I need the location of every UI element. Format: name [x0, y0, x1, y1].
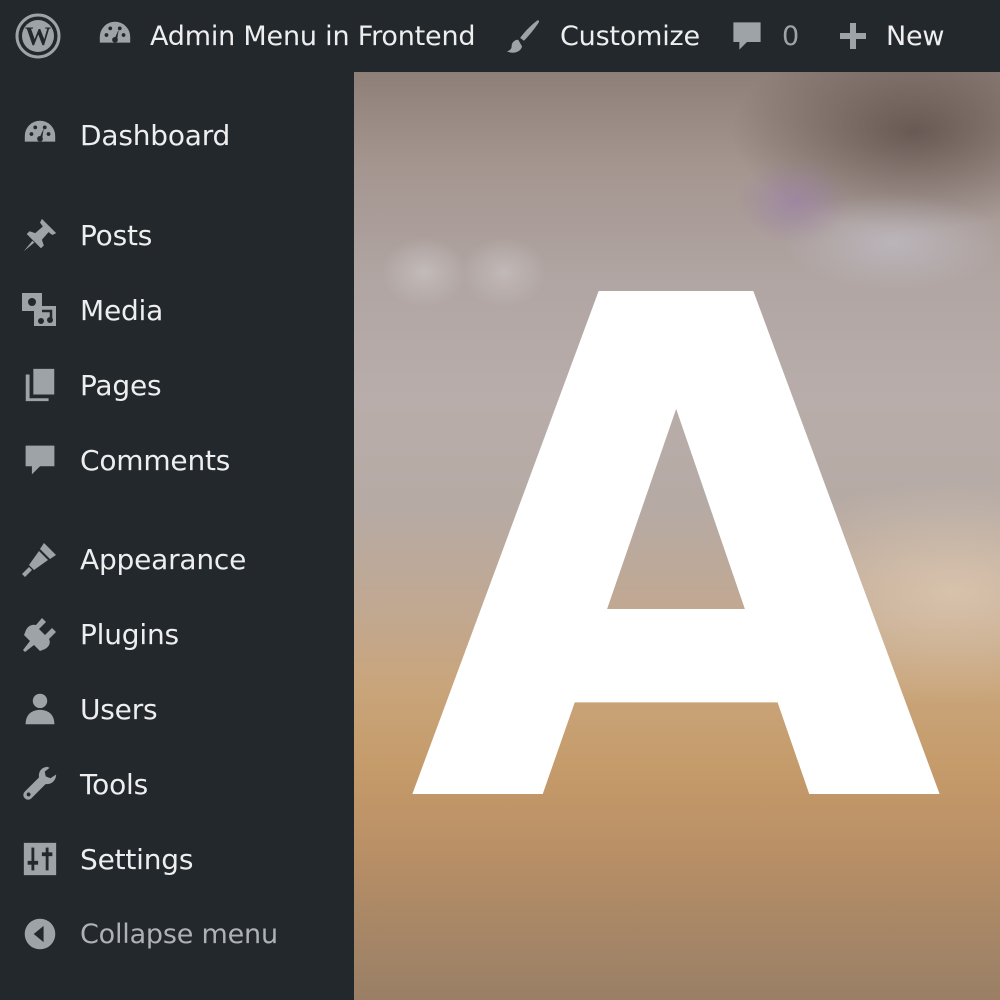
paintbrush-icon: [504, 17, 542, 55]
comment-bubble-icon: [20, 440, 60, 480]
sidebar-item-label: Plugins: [80, 617, 179, 651]
sidebar-item-users[interactable]: Users: [0, 674, 354, 744]
sidebar-item-label: Pages: [80, 368, 162, 402]
sidebar-item-label: Dashboard: [80, 118, 231, 152]
svg-text:W: W: [25, 22, 51, 51]
collapse-menu-button[interactable]: Collapse menu: [0, 899, 354, 969]
sidebar-item-pages[interactable]: Pages: [0, 350, 354, 420]
sidebar-item-dashboard[interactable]: Dashboard: [0, 100, 354, 170]
comment-bubble-icon: [730, 19, 764, 53]
pushpin-icon: [20, 215, 60, 255]
sidebar-item-settings[interactable]: Settings: [0, 824, 354, 894]
frontend-hero-image: A: [354, 72, 1000, 1000]
user-icon: [20, 689, 60, 729]
collapse-menu-label: Collapse menu: [80, 918, 278, 950]
paintbrush-icon: [20, 539, 60, 579]
comments-count: 0: [782, 20, 799, 52]
sidebar-item-media[interactable]: Media: [0, 275, 354, 345]
media-icon: [20, 290, 60, 330]
plus-icon: [838, 21, 868, 51]
sidebar-item-label: Media: [80, 293, 164, 327]
customize-link[interactable]: Customize: [504, 0, 700, 72]
wrench-icon: [20, 764, 60, 804]
pages-icon: [20, 365, 60, 405]
sidebar-item-comments[interactable]: Comments: [0, 425, 354, 495]
comments-link[interactable]: 0: [730, 0, 799, 72]
sidebar-item-label: Appearance: [80, 542, 247, 576]
wordpress-logo-button[interactable]: W: [14, 0, 62, 72]
sidebar-item-plugins[interactable]: Plugins: [0, 599, 354, 669]
sidebar-item-appearance[interactable]: Appearance: [0, 524, 354, 594]
collapse-arrow-icon: [20, 914, 60, 954]
dashboard-gauge-icon: [96, 17, 134, 55]
site-name-label: Admin Menu in Frontend: [150, 20, 476, 52]
sidebar-item-posts[interactable]: Posts: [0, 200, 354, 270]
hero-letter-glyph: A: [409, 154, 948, 957]
hero-letter: A: [409, 154, 948, 957]
customize-label: Customize: [560, 20, 700, 52]
new-content-link[interactable]: New: [838, 0, 944, 72]
admin-sidebar-menu: Dashboard Posts Media Pages Comments App…: [0, 72, 354, 1000]
new-label: New: [886, 20, 945, 52]
plugin-icon: [20, 614, 60, 654]
wordpress-logo-icon: W: [14, 12, 62, 60]
sidebar-item-label: Posts: [80, 218, 153, 252]
admin-bar: W Admin Menu in Frontend Customize 0 New: [0, 0, 1000, 72]
sidebar-item-label: Comments: [80, 443, 231, 477]
settings-sliders-icon: [20, 839, 60, 879]
dashboard-gauge-icon: [20, 115, 60, 155]
sidebar-item-label: Settings: [80, 842, 194, 876]
site-name-link[interactable]: Admin Menu in Frontend: [96, 0, 475, 72]
sidebar-item-label: Users: [80, 692, 158, 726]
sidebar-item-tools[interactable]: Tools: [0, 749, 354, 819]
sidebar-item-label: Tools: [80, 767, 148, 801]
